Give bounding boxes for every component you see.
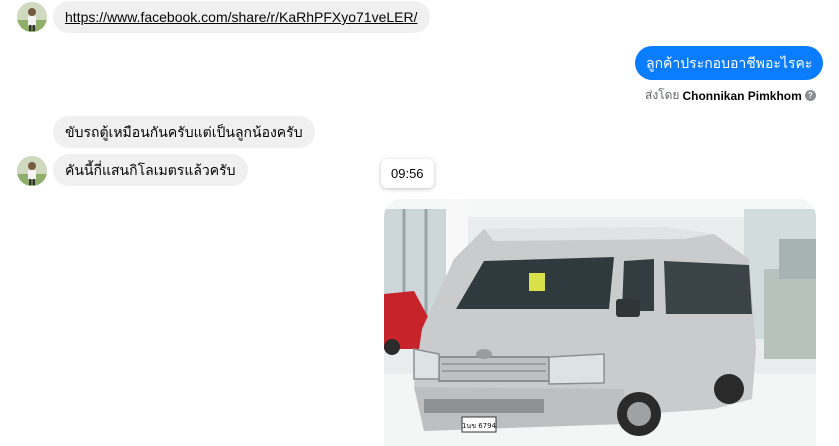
avatar[interactable]: [17, 2, 47, 32]
help-icon[interactable]: ?: [804, 90, 816, 101]
shared-link-message[interactable]: https://www.facebook.com/share/r/KaRhPFX…: [53, 1, 430, 33]
avatar[interactable]: [17, 156, 47, 186]
license-plate: 1นข 6794: [462, 422, 497, 430]
sent-by-prefix: ส่งโดย: [645, 88, 680, 102]
outgoing-message[interactable]: ลูกค้าประกอบอาชีพอะไรคะ: [635, 46, 824, 80]
timestamp-tooltip: 09:56: [381, 159, 434, 188]
sent-by-label: ส่งโดย Chonnikan Pimkhom ?: [645, 86, 816, 105]
sender-name: Chonnikan Pimkhom: [682, 88, 802, 103]
incoming-message[interactable]: ขับรถตู้เหมือนกันครับแต่เป็นลูกน้องครับ: [53, 116, 315, 148]
van-photo: 1นข 6794: [384, 199, 816, 446]
photo-attachment[interactable]: 1นข 6794: [384, 199, 816, 446]
incoming-message[interactable]: คันนี้กี่แสนกิโลเมตรแล้วครับ: [53, 154, 248, 186]
